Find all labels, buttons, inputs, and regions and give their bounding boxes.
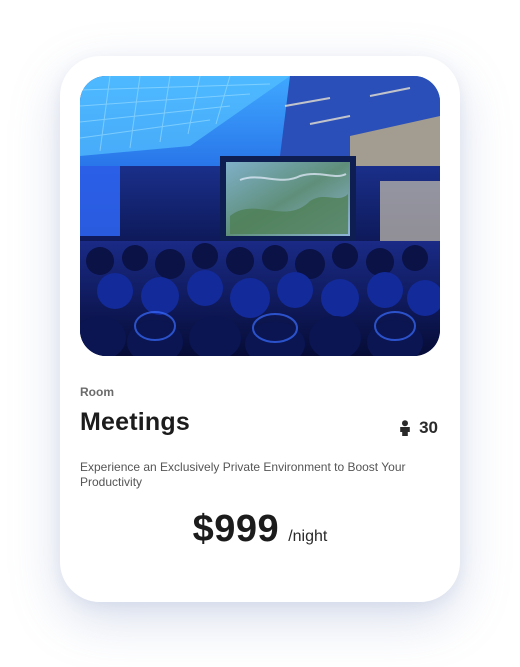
price-row: $999 /night	[60, 508, 460, 551]
page: Room Meetings 30 Experience an Exclusive…	[0, 0, 520, 667]
room-capacity: 30	[399, 418, 438, 438]
room-title: Meetings	[80, 408, 190, 436]
room-photo	[80, 76, 440, 356]
person-icon	[400, 420, 410, 436]
room-category-label: Room	[80, 385, 114, 399]
room-card[interactable]: Room Meetings 30 Experience an Exclusive…	[60, 56, 460, 602]
room-description: Experience an Exclusively Private Enviro…	[80, 460, 406, 489]
conference-hall-image	[80, 76, 440, 356]
room-price: $999	[192, 508, 280, 550]
capacity-count: 30	[419, 418, 438, 437]
price-unit: /night	[288, 528, 328, 545]
